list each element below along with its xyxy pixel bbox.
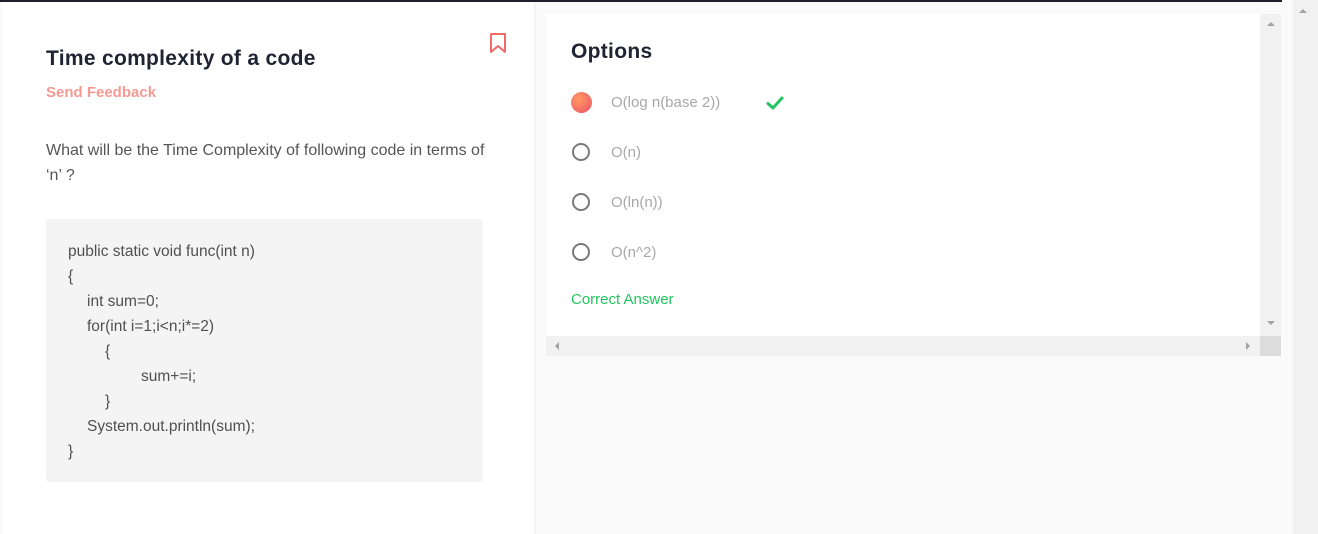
code-block: public static void func(int n) { int sum… <box>46 219 483 482</box>
send-feedback-link[interactable]: Send Feedback <box>46 84 156 101</box>
code-line: System.out.println(sum); <box>87 418 255 435</box>
option-item[interactable]: O(n) <box>571 142 871 166</box>
scroll-right-arrow-icon[interactable] <box>1246 342 1250 350</box>
scroll-down-arrow-icon[interactable] <box>1267 321 1275 325</box>
code-line: } <box>68 443 74 460</box>
radio-button-selected-icon[interactable] <box>571 92 592 113</box>
scroll-up-arrow-icon[interactable] <box>1299 9 1307 13</box>
option-label: O(n^2) <box>611 244 657 261</box>
scroll-left-arrow-icon[interactable] <box>555 342 559 350</box>
code-line: } <box>105 393 111 410</box>
code-line: for(int i=1;i<n;i*=2) <box>87 318 215 335</box>
options-title: Options <box>571 40 653 63</box>
code-line: { <box>105 343 111 360</box>
radio-button-icon[interactable] <box>572 193 590 211</box>
options-vertical-scrollbar[interactable] <box>1260 14 1281 336</box>
radio-button-icon[interactable] <box>572 243 590 261</box>
radio-button-icon[interactable] <box>572 143 590 161</box>
option-item[interactable]: O(ln(n)) <box>571 192 871 216</box>
question-text: What will be the Time Complexity of foll… <box>46 142 485 184</box>
code-line: { <box>68 268 74 285</box>
bookmark-icon[interactable] <box>488 32 508 54</box>
checkmark-icon <box>766 96 784 110</box>
option-label: O(n) <box>611 144 641 161</box>
option-label: O(ln(n)) <box>611 194 663 211</box>
page-vertical-scrollbar[interactable] <box>1293 0 1318 534</box>
option-label: O(log n(base 2)) <box>611 94 721 111</box>
code-line: sum+=i; <box>141 368 197 385</box>
code-line: int sum=0; <box>87 293 159 310</box>
question-title: Time complexity of a code <box>46 47 316 70</box>
scrollbar-corner <box>1260 336 1281 356</box>
option-item[interactable]: O(log n(base 2)) <box>571 92 871 116</box>
page-gutter <box>1282 0 1293 534</box>
code-line: public static void func(int n) <box>68 243 255 260</box>
options-horizontal-scrollbar[interactable] <box>546 336 1260 356</box>
question-panel: Time complexity of a code Send Feedback … <box>2 2 534 534</box>
result-status-text: Correct Answer <box>571 291 674 308</box>
options-panel: Options O(log n(base 2)) O(n) O(ln(n)) O… <box>546 14 1260 336</box>
option-item[interactable]: O(n^2) <box>571 242 871 266</box>
scroll-up-arrow-icon[interactable] <box>1267 22 1275 26</box>
